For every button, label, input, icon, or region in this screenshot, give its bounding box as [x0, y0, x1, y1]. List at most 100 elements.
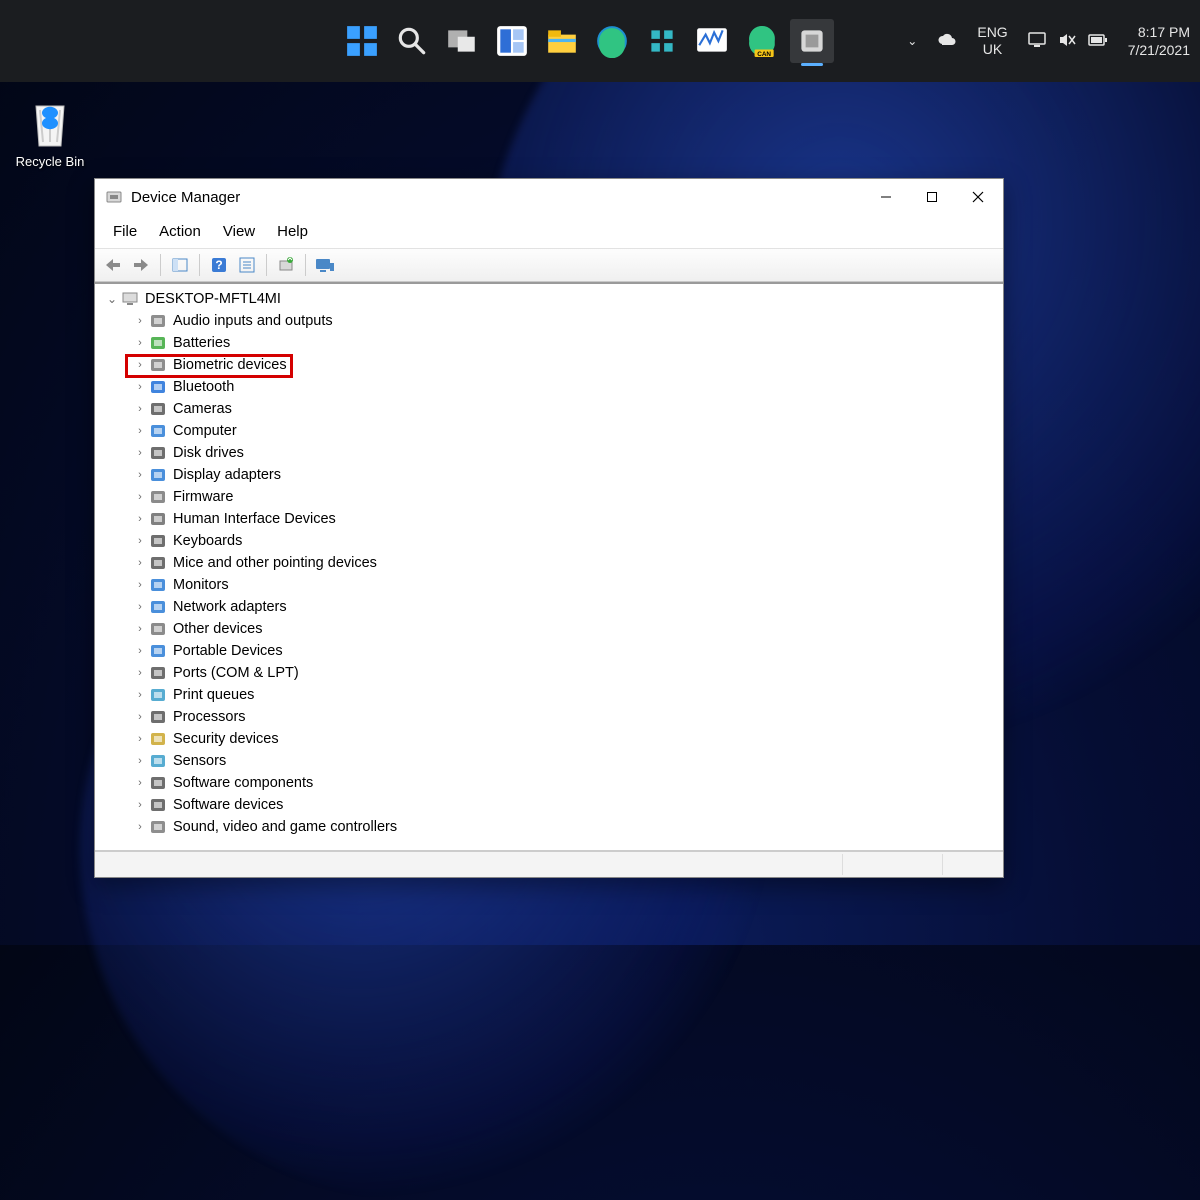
tree-item[interactable]: ›Sound, video and game controllers [103, 816, 1003, 838]
chevron-right-icon[interactable]: › [131, 403, 149, 415]
taskbar-right: ⌄ ENG UK 8:17 PM 7/21/2021 [907, 23, 1190, 59]
tree-item[interactable]: ›Computer [103, 420, 1003, 442]
mouse-icon [149, 554, 167, 572]
screenshot-app-icon[interactable] [690, 19, 734, 63]
chevron-right-icon[interactable]: › [131, 381, 149, 393]
expander-icon[interactable]: ⌄ [103, 292, 121, 306]
unknown-app-icon[interactable] [640, 19, 684, 63]
tree-item-label: Biometric devices [173, 357, 287, 373]
device-tree[interactable]: ⌄ DESKTOP-MFTL4MI ›Audio inputs and outp… [95, 282, 1003, 851]
search-icon[interactable] [390, 19, 434, 63]
menu-view[interactable]: View [213, 221, 265, 242]
edge-browser-icon[interactable] [590, 19, 634, 63]
chevron-right-icon[interactable]: › [131, 337, 149, 349]
toolbar-forward-button[interactable] [129, 253, 153, 277]
chevron-right-icon[interactable]: › [131, 469, 149, 481]
start-icon[interactable] [340, 19, 384, 63]
biometric-icon [149, 356, 167, 374]
clock[interactable]: 8:17 PM 7/21/2021 [1128, 23, 1190, 59]
tree-item[interactable]: ›Audio inputs and outputs [103, 310, 1003, 332]
chevron-right-icon[interactable]: › [131, 667, 149, 679]
toolbar-show-hide-button[interactable] [168, 253, 192, 277]
file-explorer-icon[interactable] [540, 19, 584, 63]
tree-item[interactable]: ›Monitors [103, 574, 1003, 596]
chevron-right-icon[interactable]: › [131, 733, 149, 745]
tree-item[interactable]: › Cameras [103, 398, 1003, 420]
battery-tray-icon[interactable] [1088, 33, 1108, 49]
titlebar[interactable]: Device Manager [95, 179, 1003, 215]
menu-action[interactable]: Action [149, 221, 211, 242]
chevron-right-icon[interactable]: › [131, 535, 149, 547]
tree-item[interactable]: › Mice and other pointing devices [103, 552, 1003, 574]
tray-chevron-icon[interactable]: ⌄ [907, 34, 917, 48]
tree-item[interactable]: › Bluetooth [103, 376, 1003, 398]
chevron-right-icon[interactable]: › [131, 755, 149, 767]
toolbar-help-button[interactable]: ? [207, 253, 231, 277]
battery-icon [149, 334, 167, 352]
toolbar-properties-button[interactable] [235, 253, 259, 277]
tree-item-label: Cameras [173, 401, 232, 417]
toolbar-scan-button[interactable] [274, 253, 298, 277]
tree-item-label: Sensors [173, 753, 226, 769]
tree-item[interactable]: ›Ports (COM & LPT) [103, 662, 1003, 684]
chevron-right-icon[interactable]: › [131, 359, 149, 371]
tree-item[interactable]: › Keyboards [103, 530, 1003, 552]
chevron-right-icon[interactable]: › [131, 689, 149, 701]
network-icon [149, 598, 167, 616]
chevron-right-icon[interactable]: › [131, 601, 149, 613]
chevron-right-icon[interactable]: › [131, 513, 149, 525]
tree-item[interactable]: › Biometric devices [103, 354, 1003, 376]
task-view-icon[interactable] [440, 19, 484, 63]
toolbar-devices-button[interactable] [313, 253, 337, 277]
chevron-right-icon[interactable]: › [131, 777, 149, 789]
volume-muted-icon[interactable] [1058, 32, 1076, 51]
display-tray-icon[interactable] [1028, 32, 1046, 51]
tree-item[interactable]: ›Network adapters [103, 596, 1003, 618]
tree-item-label: Mice and other pointing devices [173, 555, 377, 571]
chevron-right-icon[interactable]: › [131, 557, 149, 569]
onedrive-icon[interactable] [937, 33, 957, 50]
tree-item[interactable]: ›Print queues [103, 684, 1003, 706]
chevron-right-icon[interactable]: › [131, 579, 149, 591]
clock-date: 7/21/2021 [1128, 41, 1190, 59]
tree-item-label: Keyboards [173, 533, 242, 549]
taskbar: CAN ⌄ ENG UK 8:17 PM 7/21/2021 [0, 0, 1200, 82]
chevron-right-icon[interactable]: › [131, 711, 149, 723]
chevron-right-icon[interactable]: › [131, 799, 149, 811]
toolbar-back-button[interactable] [101, 253, 125, 277]
tree-item[interactable]: ›Display adapters [103, 464, 1003, 486]
tree-item[interactable]: › Sensors [103, 750, 1003, 772]
tree-item-label: Portable Devices [173, 643, 283, 659]
minimize-button[interactable] [863, 182, 909, 212]
maximize-button[interactable] [909, 182, 955, 212]
tree-item[interactable]: ›Batteries [103, 332, 1003, 354]
edge-canary-icon[interactable]: CAN [740, 19, 784, 63]
tree-item[interactable]: › Portable Devices [103, 640, 1003, 662]
menu-file[interactable]: File [103, 221, 147, 242]
tree-root-node[interactable]: ⌄ DESKTOP-MFTL4MI [103, 288, 1003, 310]
close-button[interactable] [955, 182, 1001, 212]
chevron-right-icon[interactable]: › [131, 447, 149, 459]
tree-item[interactable]: ›Processors [103, 706, 1003, 728]
chevron-right-icon[interactable]: › [131, 491, 149, 503]
tree-item-label: Bluetooth [173, 379, 234, 395]
language-indicator[interactable]: ENG UK [977, 24, 1007, 58]
tree-item[interactable]: ›Firmware [103, 486, 1003, 508]
tree-item[interactable]: ›Other devices [103, 618, 1003, 640]
device-manager-taskbar-icon[interactable] [790, 19, 834, 63]
chevron-right-icon[interactable]: › [131, 623, 149, 635]
tree-item[interactable]: ›Human Interface Devices [103, 508, 1003, 530]
chevron-right-icon[interactable]: › [131, 821, 149, 833]
tree-item[interactable]: ›Disk drives [103, 442, 1003, 464]
canary-badge-text: CAN [757, 51, 771, 58]
tree-item[interactable]: ›Security devices [103, 728, 1003, 750]
tree-item[interactable]: ›Software devices [103, 794, 1003, 816]
language-top: ENG [977, 24, 1007, 41]
chevron-right-icon[interactable]: › [131, 315, 149, 327]
chevron-right-icon[interactable]: › [131, 425, 149, 437]
tree-item[interactable]: ›Software components [103, 772, 1003, 794]
chevron-right-icon[interactable]: › [131, 645, 149, 657]
menu-help[interactable]: Help [267, 221, 318, 242]
widgets-icon[interactable] [490, 19, 534, 63]
recycle-bin[interactable]: Recycle Bin [10, 98, 90, 169]
